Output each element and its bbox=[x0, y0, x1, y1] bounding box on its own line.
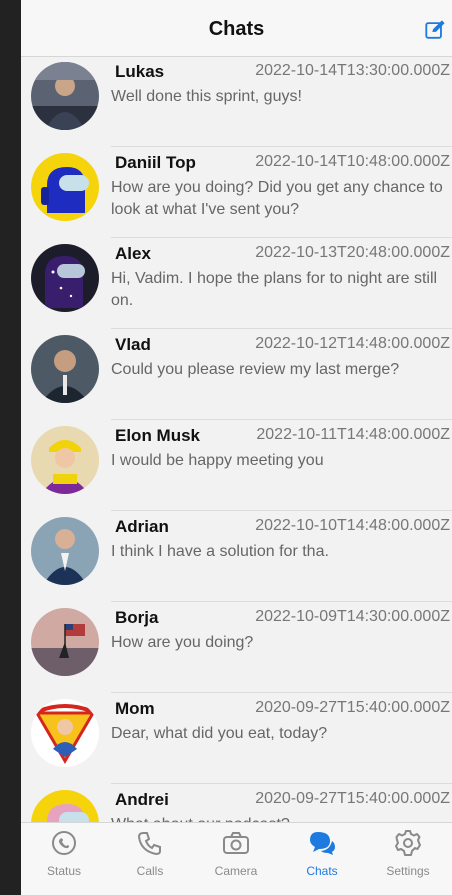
chat-preview: Hi, Vadim. I hope the plans for to night… bbox=[111, 270, 438, 309]
chat-row-adrian[interactable]: Adrian 2022-10-10T14:48:00.000Z I think … bbox=[21, 511, 452, 602]
tab-bar: Status Calls Camera Chats Settings bbox=[21, 822, 452, 895]
phone-icon bbox=[137, 832, 161, 856]
chat-name: Borja bbox=[115, 608, 159, 627]
chat-row-elon-musk[interactable]: Elon Musk 2022-10-11T14:48:00.000Z I wou… bbox=[21, 420, 452, 511]
chat-timestamp: 2020-09-27T15:40:00.000Z bbox=[255, 699, 450, 716]
avatar bbox=[31, 699, 99, 767]
chat-row-borja[interactable]: Borja 2022-10-09T14:30:00.000Z How are y… bbox=[21, 602, 452, 693]
camera-icon bbox=[223, 832, 249, 854]
chat-preview: I would be happy meeting you bbox=[111, 452, 324, 469]
chat-timestamp: 2022-10-14T10:48:00.000Z bbox=[255, 153, 450, 170]
tab-status[interactable]: Status bbox=[21, 823, 107, 895]
tab-settings[interactable]: Settings bbox=[365, 823, 451, 895]
avatar bbox=[31, 244, 99, 312]
chat-timestamp: 2022-10-12T14:48:00.000Z bbox=[255, 335, 450, 352]
chat-timestamp: 2022-10-09T14:30:00.000Z bbox=[255, 608, 450, 625]
chat-timestamp: 2022-10-13T20:48:00.000Z bbox=[255, 244, 450, 261]
chat-list: Lukas 2022-10-14T13:30:00.000Z Well done… bbox=[21, 56, 452, 822]
tab-label: Camera bbox=[214, 864, 258, 878]
page-title: Chats bbox=[208, 18, 265, 40]
chat-row-alex[interactable]: Alex 2022-10-13T20:48:00.000Z Hi, Vadim.… bbox=[21, 238, 452, 329]
chat-name: Alex bbox=[115, 244, 151, 263]
avatar bbox=[31, 153, 99, 221]
avatar bbox=[31, 790, 99, 822]
chat-bubbles-icon bbox=[310, 832, 335, 855]
tab-label: Status bbox=[46, 864, 82, 878]
avatar bbox=[31, 608, 99, 676]
chat-preview: How are you doing? bbox=[111, 634, 254, 651]
avatar bbox=[31, 335, 99, 403]
navigation-header: Chats bbox=[21, 0, 452, 57]
chat-row-mom[interactable]: Mom 2020-09-27T15:40:00.000Z Dear, what … bbox=[21, 693, 452, 784]
avatar bbox=[31, 62, 99, 130]
chat-preview: How are you doing? Did you get any chanc… bbox=[111, 179, 443, 218]
chat-row-lukas[interactable]: Lukas 2022-10-14T13:30:00.000Z Well done… bbox=[21, 56, 452, 147]
tab-chats[interactable]: Chats bbox=[279, 823, 365, 895]
chat-name: Mom bbox=[115, 699, 155, 718]
chat-name: Andrei bbox=[115, 790, 169, 809]
left-edge-strip bbox=[0, 0, 21, 895]
chat-timestamp: 2022-10-11T14:48:00.000Z bbox=[256, 426, 450, 443]
tab-calls[interactable]: Calls bbox=[107, 823, 193, 895]
chat-name: Daniil Top bbox=[115, 153, 196, 172]
tab-label: Chats bbox=[306, 864, 338, 878]
tab-label: Calls bbox=[136, 864, 164, 878]
chat-row-andrei[interactable]: Andrei 2020-09-27T15:40:00.000Z What abo… bbox=[21, 784, 452, 822]
tab-camera[interactable]: Camera bbox=[193, 823, 279, 895]
chat-preview: Dear, what did you eat, today? bbox=[111, 725, 328, 742]
chat-timestamp: 2022-10-10T14:48:00.000Z bbox=[255, 517, 450, 534]
compose-icon[interactable] bbox=[424, 19, 446, 41]
chat-preview: What about our podcast? bbox=[111, 814, 451, 822]
chat-timestamp: 2020-09-27T15:40:00.000Z bbox=[255, 790, 450, 807]
gear-icon bbox=[395, 830, 421, 856]
chat-name: Elon Musk bbox=[115, 426, 201, 445]
avatar bbox=[31, 517, 99, 585]
chat-preview: Could you please review my last merge? bbox=[111, 361, 400, 378]
chat-row-vlad[interactable]: Vlad 2022-10-12T14:48:00.000Z Could you … bbox=[21, 329, 452, 420]
chat-preview: Well done this sprint, guys! bbox=[111, 88, 302, 105]
chat-preview: I think I have a solution for tha. bbox=[111, 543, 329, 560]
chat-name: Adrian bbox=[115, 517, 169, 536]
status-icon bbox=[52, 831, 76, 855]
avatar bbox=[31, 426, 99, 494]
chat-timestamp: 2022-10-14T13:30:00.000Z bbox=[255, 62, 450, 79]
chat-row-daniil-top[interactable]: Daniil Top 2022-10-14T10:48:00.000Z How … bbox=[21, 147, 452, 238]
tab-label: Settings bbox=[386, 864, 430, 878]
chat-name: Vlad bbox=[115, 335, 151, 354]
chat-name: Lukas bbox=[115, 62, 165, 81]
chats-screen: Chats Lukas 2022-10-14T13:30:00.000Z Wel… bbox=[21, 0, 452, 895]
